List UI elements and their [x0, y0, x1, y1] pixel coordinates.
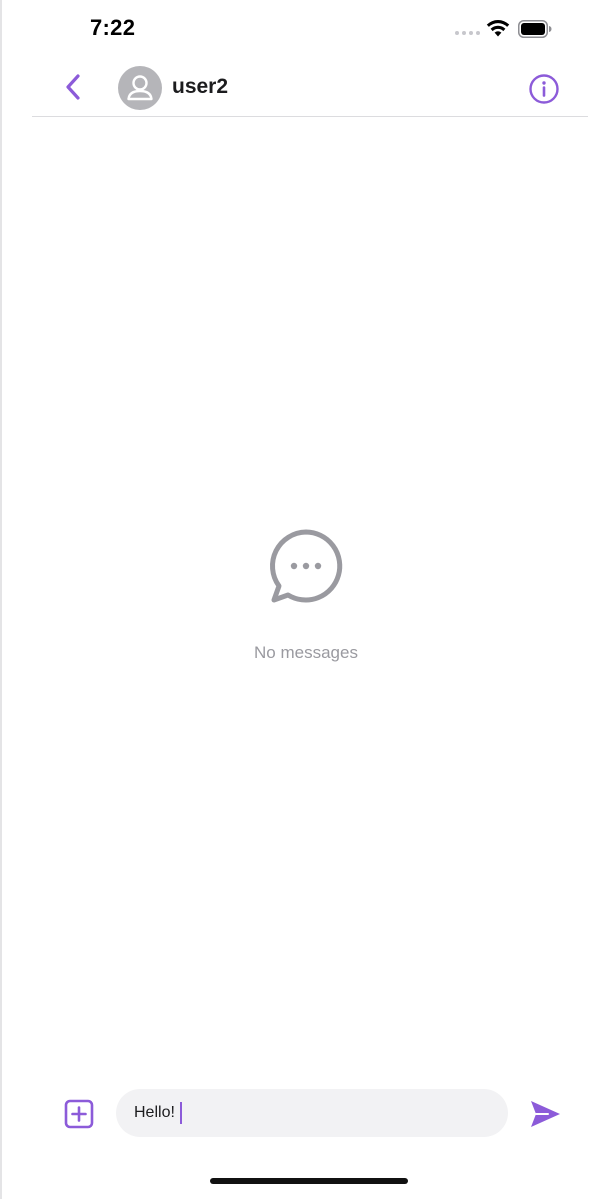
chevron-left-icon [66, 74, 80, 100]
empty-state: No messages [0, 528, 612, 663]
person-icon [127, 75, 153, 101]
status-time: 7:22 [90, 15, 136, 40]
attach-button[interactable] [64, 1099, 94, 1129]
battery-icon [518, 20, 552, 43]
back-button[interactable] [58, 72, 88, 102]
chat-header: user2 [32, 60, 588, 117]
message-input[interactable] [116, 1089, 508, 1137]
send-button[interactable] [528, 1097, 562, 1131]
cellular-signal-icon [455, 31, 480, 35]
chat-screen: 7:22 user2 No messages Hello! [0, 0, 612, 1199]
status-bar: 7:22 [0, 0, 612, 58]
conversation-title[interactable]: user2 [172, 75, 228, 99]
info-button[interactable] [528, 73, 560, 105]
home-indicator[interactable] [210, 1178, 408, 1184]
paper-plane-icon [531, 1101, 560, 1127]
avatar[interactable] [118, 66, 162, 110]
text-caret [180, 1102, 182, 1124]
info-circle-icon [529, 74, 559, 104]
empty-state-text: No messages [254, 643, 358, 662]
chat-bubble-ellipsis-icon [268, 528, 344, 604]
plus-square-icon [64, 1099, 94, 1129]
wifi-icon [486, 19, 510, 42]
message-composer [0, 1085, 612, 1141]
